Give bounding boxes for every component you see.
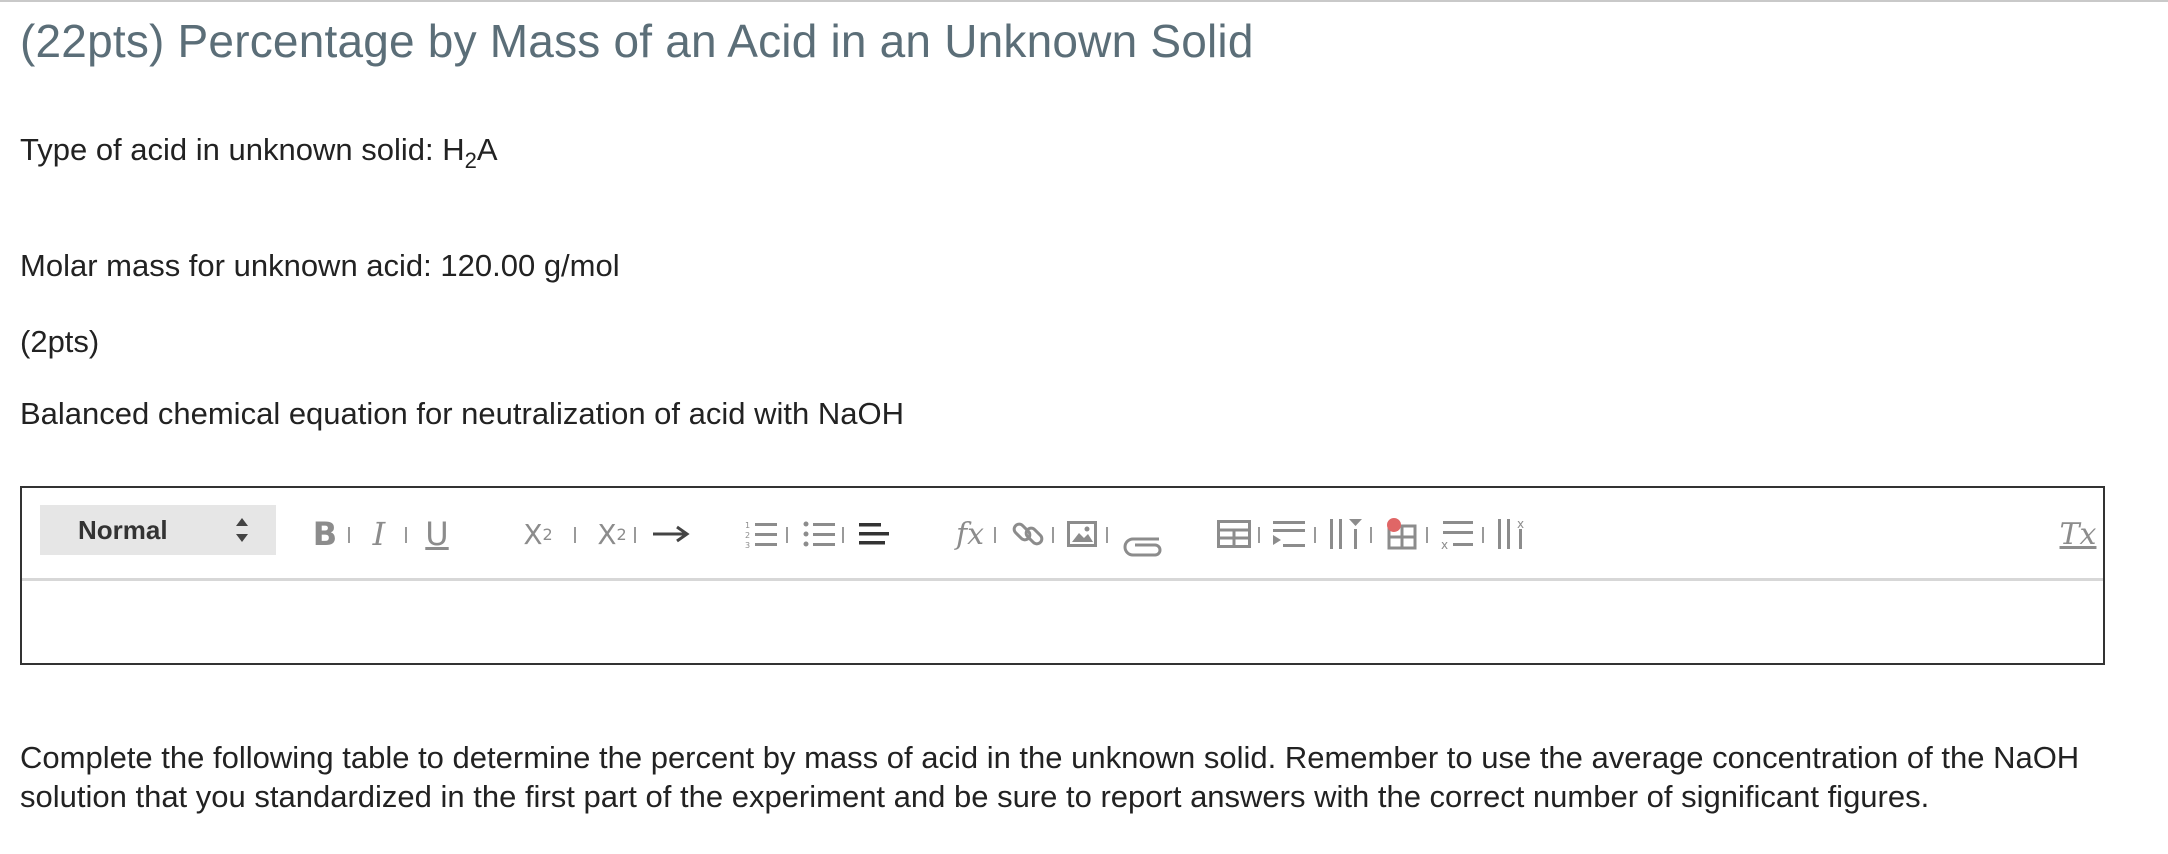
molar-mass-line: Molar mass for unknown acid: 120.00 g/mo… [20,248,620,283]
underline-button[interactable]: U [422,514,452,554]
bold-button[interactable]: B [312,514,338,554]
image-button[interactable] [1066,514,1098,554]
toolbar-separator [1258,527,1260,543]
toolbar-separator [1314,527,1316,543]
svg-text:2: 2 [745,531,750,540]
arrow-icon [653,525,690,543]
toolbar-separator [574,527,576,543]
toolbar-separator [405,527,407,543]
editor-content-area[interactable] [22,581,2103,663]
select-caret-icon [236,518,248,542]
align-button[interactable] [858,514,890,554]
table-icon [1217,520,1251,548]
toolbar-separator [1052,527,1054,543]
link-icon [1012,522,1044,546]
toolbar-separator [786,527,788,543]
attachment-icon [1123,537,1162,557]
ordered-list-button[interactable]: 1 2 3 [744,514,778,554]
acid-formula: H2A [442,132,498,173]
points-label: (2pts) [20,324,100,359]
italic-button[interactable]: I [366,514,392,554]
bullet-list-button[interactable] [802,514,836,554]
editor-toolbar: Normal B I U X2 X2 1 2 3 fx x x Tx [22,488,2103,581]
toolbar-separator [1482,527,1484,543]
table-delete-button[interactable] [1384,514,1420,554]
subscript-button[interactable]: X2 [516,514,560,554]
table-insert-row-button[interactable] [1272,514,1306,554]
formula-button[interactable]: fx [954,514,986,554]
svg-text:3: 3 [745,541,750,549]
toolbar-separator [842,527,844,543]
svg-text:x: x [1441,538,1448,549]
bullet-list-icon [803,521,835,547]
ordered-list-icon: 1 2 3 [745,521,777,549]
table-delete-row-icon: x [1441,521,1473,549]
attachment-button[interactable] [1122,524,1166,564]
top-divider [0,0,2168,2]
table-delete-column-icon: x [1498,519,1524,549]
table-delete-icon [1387,518,1417,550]
image-icon [1067,521,1097,547]
acid-type-line: Type of acid in unknown solid: H2A [20,132,498,173]
table-delete-row-button[interactable]: x [1440,514,1474,554]
toolbar-separator [1370,527,1372,543]
format-select-value: Normal [78,514,168,545]
align-left-icon [859,523,889,545]
svg-text:x: x [1517,519,1524,531]
link-button[interactable] [1010,514,1046,554]
table-button[interactable] [1216,514,1252,554]
svg-text:1: 1 [745,521,750,530]
acid-type-label: Type of acid in unknown solid: [20,132,443,167]
toolbar-separator [994,527,996,543]
clear-formatting-button[interactable]: Tx [2060,514,2097,554]
rich-text-editor: Normal B I U X2 X2 1 2 3 fx x x Tx [20,486,2105,665]
table-insert-column-icon [1330,519,1362,549]
toolbar-separator [1426,527,1428,543]
toolbar-separator [348,527,350,543]
balanced-equation-prompt: Balanced chemical equation for neutraliz… [20,396,904,431]
toolbar-separator [1106,527,1108,543]
paragraph-format-select[interactable]: Normal [40,505,276,555]
toolbar-separator [634,527,636,543]
table-instructions: Complete the following table to determin… [20,740,2080,814]
arrow-button[interactable] [650,514,694,554]
table-insert-column-button[interactable] [1328,514,1364,554]
table-insert-row-icon [1273,521,1305,547]
superscript-button[interactable]: X2 [590,514,634,554]
table-delete-column-button[interactable]: x [1496,514,1532,554]
page-title: (22pts) Percentage by Mass of an Acid in… [20,15,1254,67]
